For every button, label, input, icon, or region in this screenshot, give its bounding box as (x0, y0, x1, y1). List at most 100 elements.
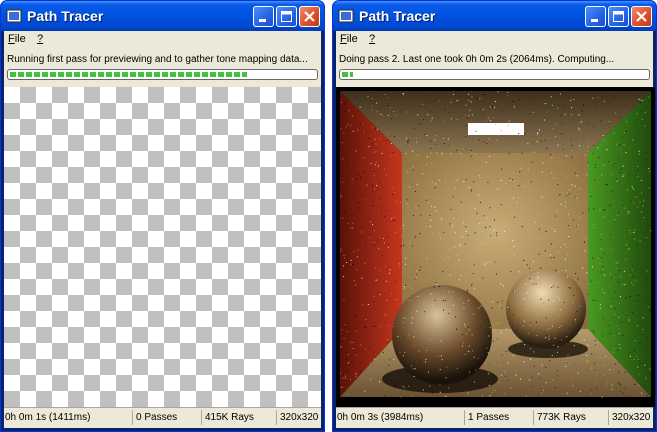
noise-sample (350, 227, 352, 229)
noise-sample (425, 358, 427, 360)
progress-bar (7, 69, 318, 80)
noise-sample (603, 164, 605, 166)
noise-sample (379, 293, 381, 295)
noise-sample (388, 325, 390, 327)
maximize-button[interactable] (608, 6, 629, 27)
noise-sample (407, 283, 409, 285)
noise-sample (415, 205, 417, 207)
noise-sample (546, 186, 548, 188)
noise-sample (546, 329, 548, 331)
noise-sample (578, 188, 580, 190)
noise-sample (549, 360, 551, 362)
noise-sample (394, 385, 396, 387)
noise-sample (372, 224, 373, 226)
noise-sample (619, 148, 621, 150)
noise-sample (566, 192, 568, 193)
noise-sample (424, 134, 426, 136)
status-time: 0h 0m 1s (1411ms) (5, 412, 91, 423)
noise-sample (625, 131, 627, 132)
noise-sample (397, 335, 399, 337)
noise-sample (346, 370, 348, 372)
noise-sample (540, 298, 542, 300)
noise-sample (584, 241, 585, 243)
noise-sample (456, 100, 458, 102)
noise-sample (570, 341, 572, 343)
noise-sample (562, 162, 563, 164)
noise-sample (343, 193, 345, 195)
noise-sample (616, 325, 618, 327)
noise-sample (531, 280, 533, 282)
noise-sample (346, 266, 348, 268)
noise-sample (434, 187, 436, 189)
noise-sample (577, 372, 579, 374)
noise-sample (575, 273, 576, 274)
noise-sample (625, 297, 627, 299)
maximize-button[interactable] (276, 6, 297, 27)
noise-sample (371, 205, 373, 206)
noise-sample (368, 347, 370, 349)
noise-sample (411, 317, 413, 319)
noise-sample (448, 311, 450, 313)
noise-sample (618, 332, 620, 334)
noise-sample (359, 146, 361, 148)
noise-sample (630, 201, 632, 202)
noise-sample (341, 347, 342, 349)
noise-sample (463, 307, 465, 309)
noise-sample (422, 173, 424, 175)
noise-sample (645, 339, 647, 341)
noise-sample (631, 264, 633, 266)
title-bar[interactable]: Path Tracer (1, 1, 324, 31)
noise-sample (594, 344, 596, 346)
noise-sample (409, 271, 411, 273)
close-button[interactable] (631, 6, 652, 27)
noise-sample (644, 364, 646, 366)
noise-sample (422, 103, 424, 105)
noise-sample (601, 271, 602, 273)
noise-sample (394, 219, 396, 221)
close-button[interactable] (299, 6, 320, 27)
noise-sample (573, 294, 574, 296)
noise-sample (452, 226, 454, 228)
noise-sample (464, 243, 466, 245)
noise-sample (448, 387, 450, 389)
noise-sample (518, 285, 520, 287)
noise-sample (342, 158, 344, 160)
noise-sample (509, 355, 511, 357)
noise-sample (488, 384, 490, 386)
noise-sample (411, 168, 413, 170)
noise-sample (565, 270, 567, 272)
noise-sample (548, 335, 550, 337)
menu-help[interactable]: ? (369, 33, 375, 45)
noise-sample (345, 126, 347, 128)
minimize-button[interactable] (585, 6, 606, 27)
minimize-button[interactable] (253, 6, 274, 27)
noise-sample (467, 234, 469, 236)
noise-sample (346, 160, 348, 162)
menu-file[interactable]: File (8, 33, 26, 45)
title-bar[interactable]: Path Tracer (333, 1, 656, 31)
noise-sample (639, 363, 641, 365)
noise-sample (374, 342, 376, 344)
noise-sample (554, 337, 556, 339)
noise-sample (379, 381, 380, 383)
noise-sample (347, 354, 349, 356)
noise-sample (365, 348, 367, 350)
noise-sample (489, 226, 491, 228)
noise-sample (524, 133, 526, 135)
noise-sample (355, 330, 357, 332)
noise-sample (593, 208, 595, 210)
menu-help[interactable]: ? (37, 33, 43, 45)
noise-sample (635, 196, 637, 198)
noise-sample (396, 200, 398, 202)
menu-file[interactable]: File (340, 33, 358, 45)
noise-sample (614, 290, 616, 292)
noise-sample (352, 222, 354, 224)
noise-sample (350, 278, 352, 279)
noise-sample (430, 120, 432, 122)
noise-sample (604, 216, 605, 218)
noise-sample (477, 357, 479, 359)
noise-sample (486, 262, 488, 264)
noise-sample (579, 305, 581, 307)
noise-sample (403, 317, 405, 319)
noise-sample (456, 179, 458, 181)
